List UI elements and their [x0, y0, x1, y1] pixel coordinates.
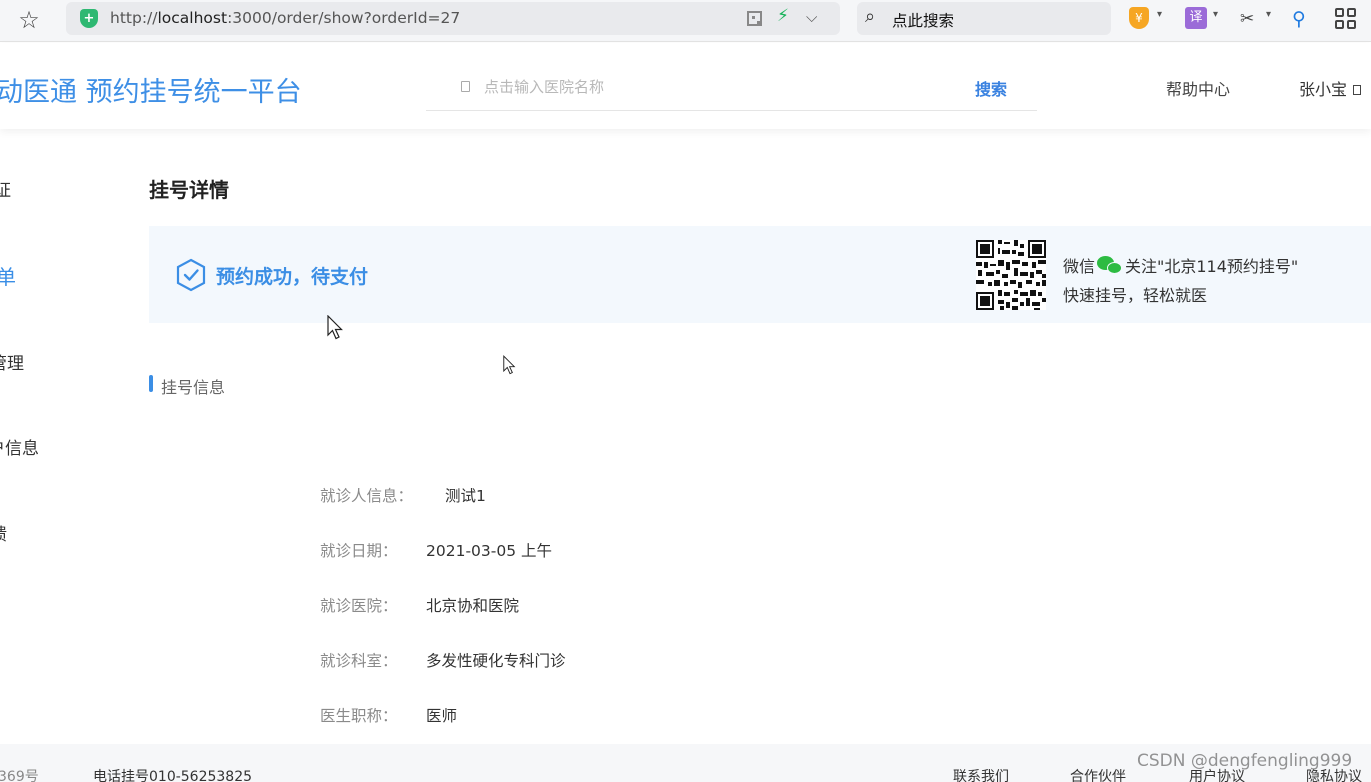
info-value: 北京协和医院: [426, 597, 520, 615]
money-extension-icon[interactable]: ¥: [1129, 7, 1149, 29]
user-menu[interactable]: 张小宝: [1299, 76, 1362, 100]
sidebar-item-feedback[interactable]: 馈: [0, 520, 7, 545]
user-dropdown-icon: [1353, 85, 1362, 95]
hospital-search-input[interactable]: 点击输入医院名称 搜索: [426, 65, 1037, 111]
sidebar-item-patient-manage[interactable]: 管理: [0, 349, 24, 374]
help-center-link[interactable]: 帮助中心: [1166, 76, 1230, 100]
browser-search-box[interactable]: ⌕ 点此搜索: [857, 2, 1111, 35]
security-shield-icon[interactable]: +: [80, 9, 98, 28]
caret-down-icon[interactable]: ▾: [1213, 9, 1218, 20]
lightning-icon[interactable]: ⚡: [777, 6, 789, 26]
mouse-cursor-icon: [327, 315, 343, 340]
mouse-cursor-icon: [503, 355, 516, 375]
hospital-search-placeholder: 点击输入医院名称: [484, 78, 605, 96]
info-label: 医生职称：: [320, 707, 398, 725]
site-title[interactable]: 动医通 预约挂号统一平台: [0, 70, 302, 109]
section-marker: [149, 375, 153, 392]
order-status-text: 预约成功，待支付: [216, 266, 369, 288]
sidebar-item-account-info[interactable]: 户信息: [0, 434, 39, 459]
caret-down-icon[interactable]: ▾: [1157, 9, 1162, 20]
wechat-icon: [1097, 256, 1123, 274]
scissors-icon[interactable]: ✂: [1240, 6, 1254, 32]
footer-link-partners[interactable]: 合作伙伴: [1070, 766, 1126, 782]
info-value: 测试1: [445, 487, 486, 505]
info-label: 就诊医院：: [320, 597, 398, 615]
url-text[interactable]: http://localhost:3000/order/show?orderId…: [110, 9, 460, 27]
bookmark-star-icon[interactable]: ☆: [14, 6, 44, 34]
order-status-panel: 预约成功，待支付 微信 关注"北京114预约挂号" 快速挂号，轻松就医: [149, 226, 1371, 323]
qrcode-icon[interactable]: [747, 11, 762, 26]
info-label: 就诊日期：: [320, 542, 398, 560]
chevron-down-icon[interactable]: ⌵: [806, 8, 817, 26]
wechat-tagline: 快速挂号，轻松就医: [1063, 286, 1208, 305]
footer-link-contact[interactable]: 联系我们: [953, 766, 1009, 782]
watermark: CSDN @dengfengling999: [1137, 751, 1353, 771]
sidebar-item-verify[interactable]: 证: [0, 176, 11, 201]
browser-toolbar: ☆ + http://localhost:3000/order/show?ord…: [0, 0, 1371, 42]
caret-down-icon[interactable]: ▾: [1266, 9, 1271, 20]
info-label: 就诊人信息：: [320, 487, 414, 505]
info-row-patient: 就诊人信息： 测试1: [320, 484, 486, 506]
wechat-qrcode: [976, 240, 1046, 310]
info-row-doctor-title: 医生职称： 医师: [320, 704, 457, 726]
section-title: 挂号信息: [161, 378, 226, 397]
search-icon: ⌕: [865, 6, 876, 27]
site-header: 动医通 预约挂号统一平台 点击输入医院名称 搜索 帮助中心 张小宝: [0, 43, 1371, 129]
translate-extension-icon[interactable]: 译: [1185, 7, 1207, 29]
info-value: 多发性硬化专科门诊: [426, 652, 566, 670]
page-title: 挂号详情: [149, 178, 229, 202]
sidebar-item-orders[interactable]: 单: [0, 261, 16, 290]
address-bar[interactable]: + http://localhost:3000/order/show?order…: [66, 2, 840, 35]
footer-icp: 369号: [0, 769, 39, 782]
wechat-follow-text: 微信 关注"北京114预约挂号": [1063, 256, 1299, 276]
check-shield-icon: [176, 258, 206, 292]
info-row-department: 就诊科室： 多发性硬化专科门诊: [320, 649, 566, 671]
username: 张小宝: [1299, 80, 1348, 99]
info-row-date: 就诊日期： 2021-03-05 上午: [320, 539, 552, 561]
browser-search-placeholder: 点此搜索: [892, 12, 955, 30]
search-input-icon: [461, 81, 470, 92]
find-icon[interactable]: ⚲: [1292, 6, 1306, 32]
apps-grid-icon[interactable]: [1335, 8, 1357, 30]
footer-phone: 电话挂号010-56253825: [93, 769, 253, 782]
search-button[interactable]: 搜索: [975, 76, 1007, 100]
info-row-hospital: 就诊医院： 北京协和医院: [320, 594, 519, 616]
info-value: 医师: [426, 707, 458, 725]
info-label: 就诊科室：: [320, 652, 398, 670]
info-value: 2021-03-05 上午: [426, 542, 553, 560]
